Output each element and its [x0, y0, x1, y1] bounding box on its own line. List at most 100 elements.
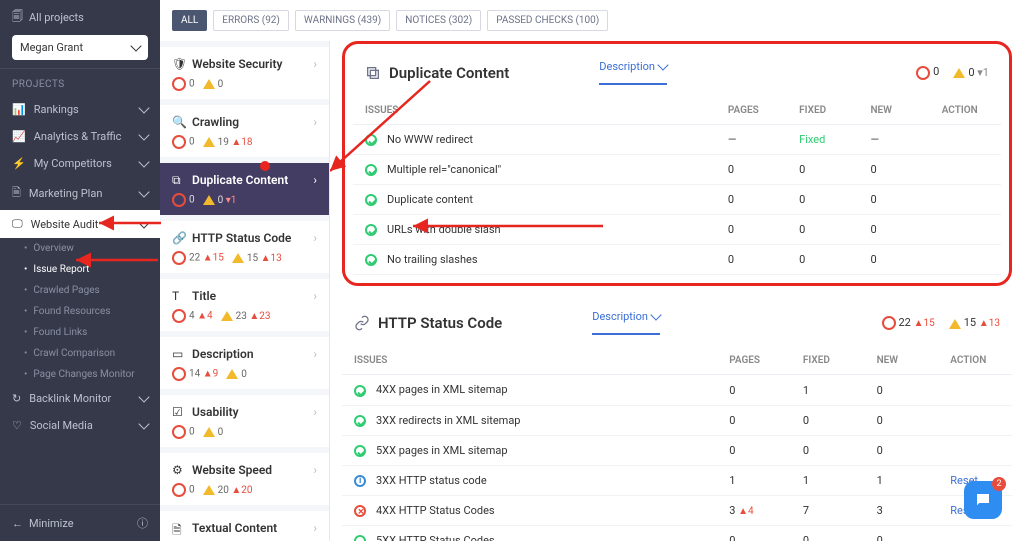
col-new: New [858, 97, 929, 125]
chevron-down-icon [130, 40, 141, 51]
sidebar-sub-item[interactable]: Overview [0, 238, 160, 259]
table-row[interactable]: No trailing slashes 0 0 0 [353, 245, 1001, 275]
category-card-title[interactable]: TTitle›4 ▲423 ▲23 [160, 279, 329, 331]
marketing-icon: 🗎 [12, 184, 21, 203]
category-card-httpstatus[interactable]: 🔗HTTP Status Code›22 ▲1515 ▲13 [160, 221, 329, 273]
category-card-duplicate[interactable]: ⧉Duplicate Content›00 ▾1 [160, 163, 329, 215]
chevron-down-icon [138, 391, 149, 402]
issue-name: 3XX HTTP status code [376, 474, 487, 487]
cell-fixed: 0 [787, 155, 858, 185]
info-icon [354, 475, 366, 487]
sort-dropdown[interactable]: Description [599, 60, 667, 85]
category-card-crawling[interactable]: 🔍Crawling›019 ▲18 [160, 105, 329, 157]
card-title: Textual Content [192, 521, 313, 535]
cell-pages: 0 [717, 435, 791, 465]
table-row[interactable]: 5XX HTTP Status Codes 0 0 0 [342, 525, 1012, 541]
sidebar-item-social[interactable]: ♡Social Media [0, 412, 160, 439]
chevron-right-icon: › [313, 463, 317, 477]
sidebar-sub-item[interactable]: Issue Report [0, 259, 160, 280]
chevron-down-icon [138, 129, 149, 140]
competitors-icon: ⚡ [12, 157, 26, 170]
sidebar-item-marketing[interactable]: 🗎 Marketing Plan [0, 177, 160, 210]
sidebar-item-analytics[interactable]: 📈Analytics & Traffic [0, 123, 160, 150]
issue-name: No WWW redirect [387, 133, 473, 146]
cell-fixed: 0 [791, 525, 865, 541]
category-card-security[interactable]: 🛡Website Security›00 [160, 47, 329, 99]
cell-action [930, 185, 1001, 215]
sidebar-item-label: Social Media [30, 419, 93, 432]
sidebar-sub-item[interactable]: Found Resources [0, 301, 160, 322]
cell-action [930, 215, 1001, 245]
filter-passed[interactable]: PASSED CHECKS (100) [487, 10, 608, 31]
sidebar-sub-item[interactable]: Page Changes Monitor [0, 364, 160, 385]
main-panel: Duplicate Content Description 0 0 ▾1 Iss… [330, 41, 1024, 541]
error-count: 22 ▲15 [172, 251, 224, 265]
col-fixed: Fixed [787, 97, 858, 125]
table-row[interactable]: No WWW redirect — Fixed — [353, 125, 1001, 155]
chevron-right-icon: › [313, 57, 317, 71]
table-row[interactable]: 5XX pages in XML sitemap 0 0 0 [342, 435, 1012, 465]
ok-icon [365, 164, 377, 176]
usability-icon: ☑ [172, 405, 186, 419]
table-row[interactable]: Multiple rel="canonical" 0 0 0 [353, 155, 1001, 185]
issue-name: 5XX pages in XML sitemap [376, 444, 508, 457]
sidebar-sub-item[interactable]: Found Links [0, 322, 160, 343]
col-action: Action [938, 347, 1012, 375]
table-row[interactable]: 3XX HTTP status code 1 1 1 Reset [342, 465, 1012, 495]
chevron-down-icon [138, 186, 149, 197]
warn-count: 23 ▲23 [221, 311, 271, 322]
minimize-button[interactable]: ← Minimize [12, 517, 74, 530]
sort-dropdown[interactable]: Description [592, 310, 660, 335]
cell-fixed: 1 [791, 375, 865, 405]
col-pages: Pages [716, 97, 787, 125]
issue-name: 3XX redirects in XML sitemap [376, 414, 520, 427]
sidebar-sub-item[interactable]: Crawl Comparison [0, 343, 160, 364]
warn-count: 19 ▲18 [203, 137, 253, 148]
section-projects: Projects [0, 69, 160, 96]
col-issues: Issues [353, 97, 716, 125]
backlink-icon: ↻ [12, 392, 21, 405]
chevron-right-icon: › [313, 289, 317, 303]
warn-count: 0 [203, 427, 224, 438]
sidebar-item-audit[interactable]: 🖵Website Audit [0, 210, 160, 238]
filter-errors[interactable]: ERRORS (92) [213, 10, 289, 31]
cell-fixed: Fixed [787, 125, 858, 155]
category-card-textual[interactable]: 🗎Textual Content›016 ▲13 [160, 511, 329, 541]
category-card-usability[interactable]: ☑Usability›00 [160, 395, 329, 447]
error-count: 14 ▲9 [172, 367, 218, 381]
sidebar-item-label: Marketing Plan [29, 187, 103, 200]
cell-pages: 0 [716, 185, 787, 215]
sidebar-item-label: Analytics & Traffic [34, 130, 122, 143]
sidebar-item-backlink[interactable]: ↻Backlink Monitor [0, 385, 160, 412]
back-to-projects[interactable]: 🗐 All projects [12, 8, 148, 27]
issue-name: URLs with double slash [387, 223, 501, 236]
cell-pages: 0 [716, 215, 787, 245]
chat-badge: 2 [992, 477, 1006, 491]
filter-warnings[interactable]: WARNINGS (439) [295, 10, 390, 31]
cell-pages: 0 [717, 405, 791, 435]
table-row[interactable]: 4XX pages in XML sitemap 0 1 0 [342, 375, 1012, 405]
category-card-description[interactable]: ▭Description›14 ▲90 [160, 337, 329, 389]
user-dropdown[interactable]: Megan Grant [12, 35, 148, 60]
sidebar-sub-item[interactable]: Crawled Pages [0, 280, 160, 301]
section-error-count: 0 [916, 65, 939, 79]
chat-fab[interactable]: 2 [964, 481, 1002, 519]
sidebar-item-competitors[interactable]: ⚡ My Competitors [0, 150, 160, 177]
table-row[interactable]: URLs with double slash 0 0 0 [353, 215, 1001, 245]
table-row[interactable]: 3XX redirects in XML sitemap 0 0 0 [342, 405, 1012, 435]
cell-fixed: 1 [791, 465, 865, 495]
duplicate-section-highlight: Duplicate Content Description 0 0 ▾1 Iss… [342, 41, 1012, 286]
cell-new: 0 [858, 245, 929, 275]
filter-notices[interactable]: NOTICES (302) [396, 10, 481, 31]
filter-all[interactable]: ALL [172, 10, 207, 31]
table-row[interactable]: Duplicate content 0 0 0 [353, 185, 1001, 215]
sidebar-item-rankings[interactable]: 📊Rankings [0, 96, 160, 123]
cell-new: 0 [858, 215, 929, 245]
chevron-right-icon: › [313, 173, 317, 187]
sidebar-item-label: My Competitors [34, 157, 112, 170]
table-row[interactable]: 4XX HTTP Status Codes 3 ▲4 7 3 Reset [342, 495, 1012, 525]
cell-pages: 0 [716, 245, 787, 275]
user-name: Megan Grant [20, 41, 83, 54]
category-card-speed[interactable]: ⚙Website Speed›020 ▲20 [160, 453, 329, 505]
help-icon[interactable]: ⓘ [137, 515, 148, 531]
